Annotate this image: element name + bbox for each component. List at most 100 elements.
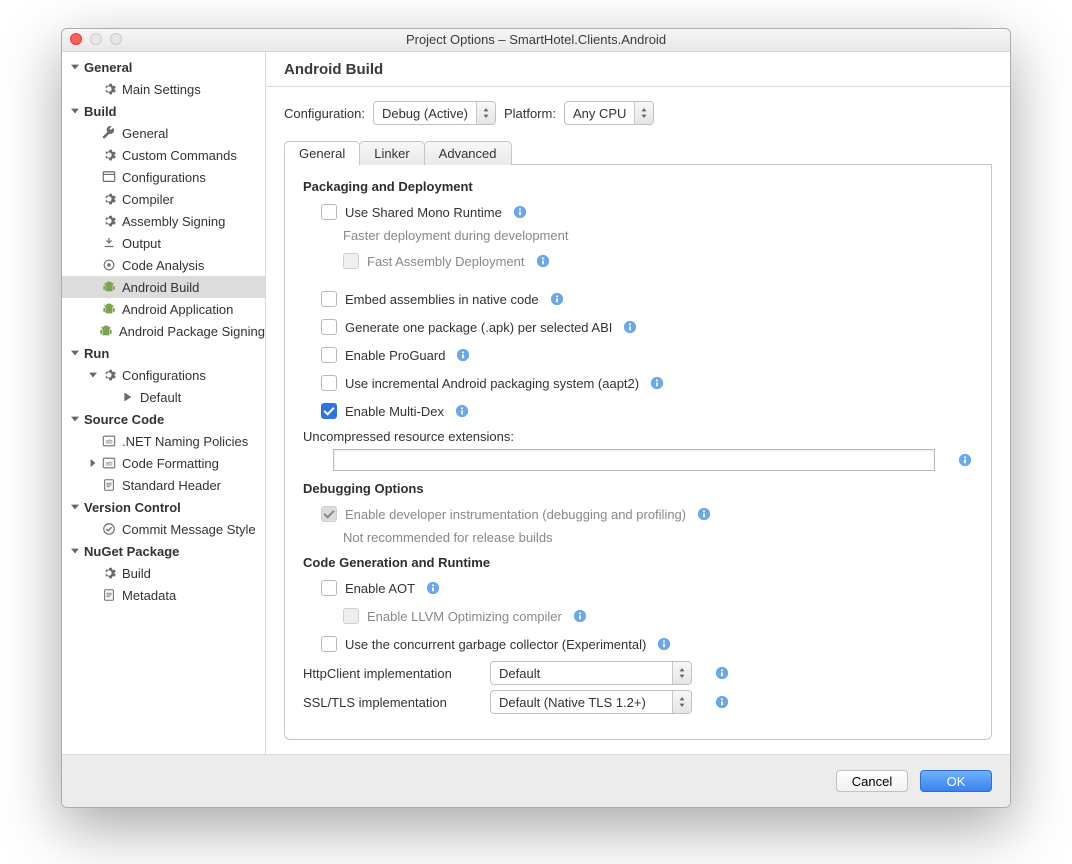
info-icon[interactable] bbox=[425, 580, 441, 596]
sidebar-item[interactable]: Output bbox=[62, 232, 265, 254]
sidebar-item[interactable]: Code Formatting bbox=[62, 452, 265, 474]
sidebar-item[interactable]: Commit Message Style bbox=[62, 518, 265, 540]
disclosure-down-icon bbox=[70, 546, 80, 556]
uncompressed-input[interactable] bbox=[333, 449, 935, 471]
sidebar-item[interactable]: Assembly Signing bbox=[62, 210, 265, 232]
sidebar-item[interactable]: Build bbox=[62, 562, 265, 584]
sidebar-item[interactable]: .NET Naming Policies bbox=[62, 430, 265, 452]
row-multidex: Enable Multi-Dex bbox=[303, 399, 973, 423]
chk-embed[interactable] bbox=[321, 291, 337, 307]
tab-linker[interactable]: Linker bbox=[359, 141, 424, 165]
sidebar-item[interactable]: Metadata bbox=[62, 584, 265, 606]
disclosure-down-icon bbox=[70, 62, 80, 72]
row-embed: Embed assemblies in native code bbox=[303, 287, 973, 311]
sidebar-section[interactable]: Source Code bbox=[62, 408, 265, 430]
sidebar-item[interactable]: Configurations bbox=[62, 166, 265, 188]
sidebar-section[interactable]: General bbox=[62, 56, 265, 78]
sidebar-item[interactable]: Android Application bbox=[62, 298, 265, 320]
sidebar-item[interactable]: Main Settings bbox=[62, 78, 265, 100]
chk-concurrent-gc[interactable] bbox=[321, 636, 337, 652]
close-button[interactable] bbox=[70, 33, 82, 45]
row-one-apk: Generate one package (.apk) per selected… bbox=[303, 315, 973, 339]
tab-general[interactable]: General bbox=[284, 141, 360, 165]
gear-icon bbox=[102, 368, 116, 382]
info-icon[interactable] bbox=[649, 375, 665, 391]
window-title: Project Options – SmartHotel.Clients.And… bbox=[406, 32, 666, 47]
lbl-concurrent-gc: Use the concurrent garbage collector (Ex… bbox=[345, 637, 646, 652]
info-icon[interactable] bbox=[957, 452, 973, 468]
row-concurrent-gc: Use the concurrent garbage collector (Ex… bbox=[303, 632, 973, 656]
sidebar-item[interactable]: Android Package Signing bbox=[62, 320, 265, 342]
tab-general-body: Packaging and Deployment Use Shared Mono… bbox=[284, 165, 992, 740]
sidebar-item[interactable]: Compiler bbox=[62, 188, 265, 210]
configuration-select[interactable]: Debug (Active) bbox=[373, 101, 496, 125]
sidebar-item[interactable]: General bbox=[62, 122, 265, 144]
row-proguard: Enable ProGuard bbox=[303, 343, 973, 367]
chk-aot[interactable] bbox=[321, 580, 337, 596]
info-icon[interactable] bbox=[549, 291, 565, 307]
chk-one-apk[interactable] bbox=[321, 319, 337, 335]
sidebar-section[interactable]: Version Control bbox=[62, 496, 265, 518]
info-icon[interactable] bbox=[535, 253, 551, 269]
chk-proguard[interactable] bbox=[321, 347, 337, 363]
config-bar: Configuration: Debug (Active) Platform: … bbox=[266, 87, 1010, 125]
lbl-aapt2: Use incremental Android packaging system… bbox=[345, 376, 639, 391]
traffic-lights bbox=[70, 33, 122, 45]
lbl-one-apk: Generate one package (.apk) per selected… bbox=[345, 320, 612, 335]
info-icon[interactable] bbox=[455, 347, 471, 363]
row-httpclient: HttpClient implementation Default bbox=[303, 661, 973, 685]
info-icon[interactable] bbox=[714, 665, 730, 681]
info-icon[interactable] bbox=[714, 694, 730, 710]
main-header: Android Build bbox=[266, 52, 1010, 87]
info-icon[interactable] bbox=[696, 506, 712, 522]
lbl-proguard: Enable ProGuard bbox=[345, 348, 445, 363]
ssltls-select[interactable]: Default (Native TLS 1.2+) bbox=[490, 690, 692, 714]
gear-icon bbox=[102, 566, 116, 580]
chk-aapt2[interactable] bbox=[321, 375, 337, 391]
window-icon bbox=[102, 170, 116, 184]
info-icon[interactable] bbox=[622, 319, 638, 335]
tabstrip: GeneralLinkerAdvanced bbox=[284, 141, 992, 165]
sidebar-section[interactable]: NuGet Package bbox=[62, 540, 265, 562]
ok-button[interactable]: OK bbox=[920, 770, 992, 792]
row-aot: Enable AOT bbox=[303, 576, 973, 600]
httpclient-select[interactable]: Default bbox=[490, 661, 692, 685]
chk-shared-mono[interactable] bbox=[321, 204, 337, 220]
section-packaging: Packaging and Deployment bbox=[303, 179, 973, 194]
chk-llvm bbox=[343, 608, 359, 624]
info-icon[interactable] bbox=[656, 636, 672, 652]
sidebar-item[interactable]: Android Build bbox=[62, 276, 265, 298]
disclosure-down-icon bbox=[70, 502, 80, 512]
sidebar-item[interactable]: Custom Commands bbox=[62, 144, 265, 166]
sidebar-section[interactable]: Run bbox=[62, 342, 265, 364]
info-icon[interactable] bbox=[454, 403, 470, 419]
chk-multidex[interactable] bbox=[321, 403, 337, 419]
chevron-down-icon bbox=[476, 102, 495, 124]
platform-label: Platform: bbox=[504, 106, 556, 121]
tab-advanced[interactable]: Advanced bbox=[424, 141, 512, 165]
sidebar-item[interactable]: Configurations bbox=[62, 364, 265, 386]
sidebar-item[interactable]: Default bbox=[62, 386, 265, 408]
main-pane: Android Build Configuration: Debug (Acti… bbox=[266, 52, 1010, 754]
minimize-button[interactable] bbox=[90, 33, 102, 45]
chevron-down-icon bbox=[672, 691, 691, 713]
zoom-button[interactable] bbox=[110, 33, 122, 45]
doc-icon bbox=[102, 478, 116, 492]
section-codegen: Code Generation and Runtime bbox=[303, 555, 973, 570]
row-aapt2: Use incremental Android packaging system… bbox=[303, 371, 973, 395]
project-options-window: Project Options – SmartHotel.Clients.And… bbox=[61, 28, 1011, 808]
sidebar-item[interactable]: Standard Header bbox=[62, 474, 265, 496]
info-icon[interactable] bbox=[572, 608, 588, 624]
android-icon bbox=[102, 302, 116, 316]
android-icon bbox=[99, 324, 113, 338]
gear-icon bbox=[102, 148, 116, 162]
lbl-multidex: Enable Multi-Dex bbox=[345, 404, 444, 419]
platform-select[interactable]: Any CPU bbox=[564, 101, 654, 125]
code-icon bbox=[102, 456, 116, 470]
row-llvm: Enable LLVM Optimizing compiler bbox=[303, 604, 973, 628]
cancel-button[interactable]: Cancel bbox=[836, 770, 908, 792]
sidebar-item[interactable]: Code Analysis bbox=[62, 254, 265, 276]
info-icon[interactable] bbox=[512, 204, 528, 220]
output-icon bbox=[102, 236, 116, 250]
sidebar-section[interactable]: Build bbox=[62, 100, 265, 122]
